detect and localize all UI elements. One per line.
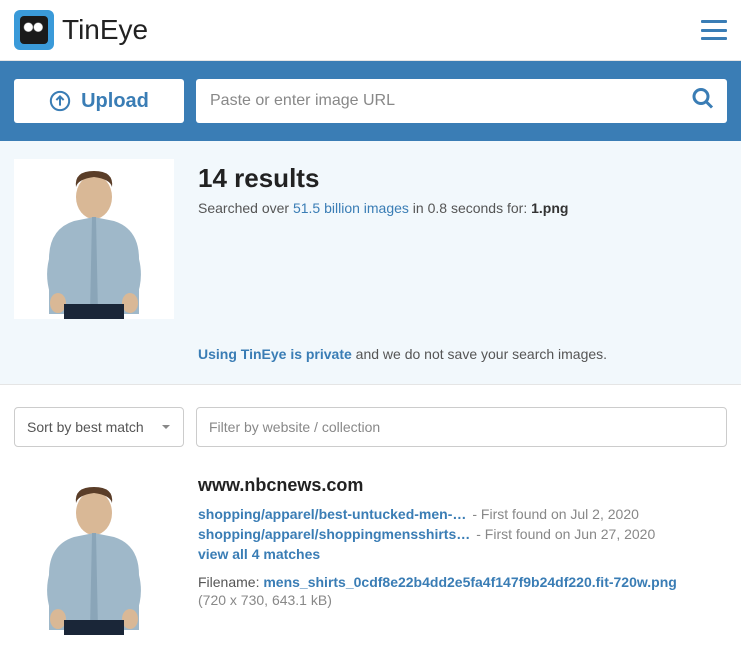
search-icon	[691, 87, 715, 111]
sort-label: Sort by best match	[27, 419, 144, 435]
menu-icon[interactable]	[701, 20, 727, 40]
match-date: - First found on Jul 2, 2020	[472, 506, 639, 522]
match-date: - First found on Jun 27, 2020	[476, 526, 655, 542]
result-dimensions: (720 x 730, 643.1 kB)	[198, 592, 727, 608]
results-count: 14 results	[198, 163, 727, 194]
url-input[interactable]	[196, 79, 727, 123]
upload-label: Upload	[81, 90, 149, 113]
logo-mark-icon	[14, 10, 54, 50]
match-link[interactable]: shopping/apparel/best-untucked-men-…	[198, 506, 466, 522]
match-row: shopping/apparel/best-untucked-men-… - F…	[198, 506, 727, 522]
view-all-link[interactable]: view all 4 matches	[198, 546, 320, 562]
logo[interactable]: TinEye	[14, 10, 148, 50]
filename-link[interactable]: mens_shirts_0cdf8e22b4dd2e5fa4f147f9b24d…	[263, 574, 676, 590]
filename-line: Filename: mens_shirts_0cdf8e22b4dd2e5fa4…	[198, 574, 727, 590]
upload-button[interactable]: Upload	[14, 79, 184, 123]
result-thumbnail[interactable]	[14, 475, 174, 635]
match-link[interactable]: shopping/apparel/shoppingmensshirts…	[198, 526, 470, 542]
privacy-link[interactable]: Using TinEye is private	[198, 346, 352, 362]
filter-input[interactable]	[196, 407, 727, 447]
match-row: shopping/apparel/shoppingmensshirts… - F…	[198, 526, 727, 542]
brand-name: TinEye	[62, 14, 148, 46]
query-thumbnail	[14, 159, 174, 319]
privacy-note: Using TinEye is private and we do not sa…	[198, 346, 727, 362]
upload-icon	[49, 90, 71, 112]
result-domain[interactable]: www.nbcnews.com	[198, 475, 727, 496]
search-stats: Searched over 51.5 billion images in 0.8…	[198, 200, 727, 216]
sort-select[interactable]: Sort by best match	[14, 407, 184, 447]
search-button[interactable]	[691, 87, 715, 116]
chevron-down-icon	[161, 422, 171, 432]
index-size-link[interactable]: 51.5 billion images	[293, 200, 409, 216]
